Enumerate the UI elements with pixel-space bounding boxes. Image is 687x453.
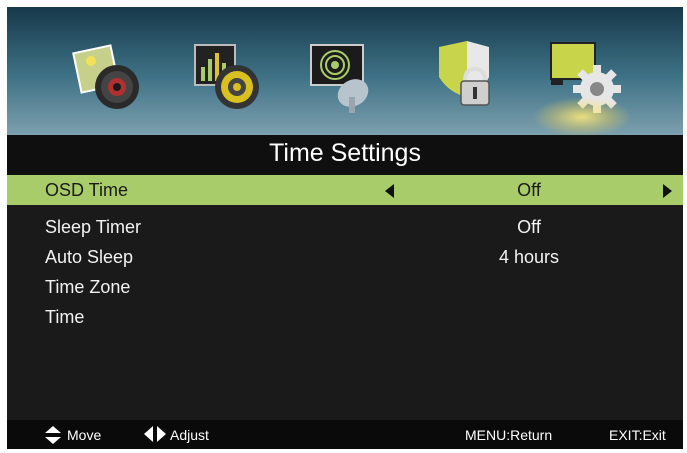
osd-menu: Time Settings OSD Time Off Sleep Timer O… — [7, 7, 683, 449]
selection-glow — [532, 97, 632, 137]
up-down-arrows-icon — [45, 426, 61, 444]
menu-row-time-zone[interactable]: Time Zone — [7, 272, 683, 302]
row-label: Time Zone — [45, 277, 131, 297]
menu-row-osd-time[interactable]: OSD Time Off — [7, 175, 683, 205]
row-value: Off — [517, 217, 541, 237]
menu-row-auto-sleep[interactable]: Auto Sleep 4 hours — [7, 242, 683, 272]
arrow-right-icon[interactable] — [663, 184, 672, 198]
lock-icon[interactable] — [427, 37, 507, 117]
adjust-hint: Adjust — [170, 427, 209, 443]
row-value: Off — [517, 180, 541, 200]
picture-icon[interactable] — [67, 37, 147, 117]
row-label: Time — [45, 307, 85, 327]
row-label: Auto Sleep — [45, 247, 134, 267]
left-right-arrows-icon — [144, 426, 166, 442]
menu-return-hint: MENU:Return — [465, 427, 553, 443]
menu-icon-bar — [7, 7, 683, 137]
arrow-left-icon[interactable] — [385, 184, 394, 198]
sound-icon[interactable] — [187, 37, 267, 117]
page-title: Time Settings — [269, 139, 421, 167]
channel-icon[interactable] — [305, 37, 385, 117]
row-label: Sleep Timer — [45, 217, 142, 237]
footer-hints: Move Adjust MENU:Return EXIT:Exit — [7, 420, 683, 449]
title-bar: Time Settings — [7, 135, 683, 175]
menu-row-time[interactable]: Time — [7, 302, 683, 332]
menu-row-sleep-timer[interactable]: Sleep Timer Off — [7, 212, 683, 242]
row-label: OSD Time — [45, 180, 129, 200]
row-value: 4 hours — [498, 247, 560, 267]
exit-hint: EXIT:Exit — [609, 427, 666, 443]
move-hint: Move — [67, 427, 102, 443]
